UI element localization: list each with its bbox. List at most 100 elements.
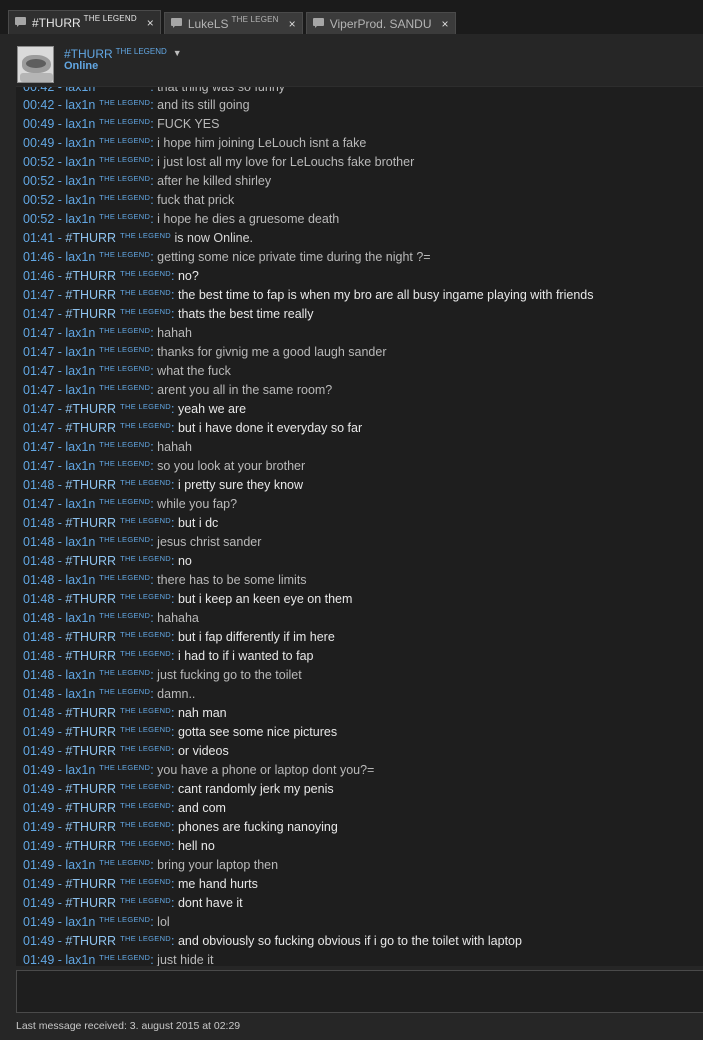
message-author[interactable]: lax1n [65, 136, 95, 150]
message-author[interactable]: #THURR [65, 744, 116, 758]
message-time: 01:49 [23, 915, 55, 929]
close-icon[interactable]: × [147, 17, 154, 29]
message-text: the best time to fap is when my bro are … [177, 288, 594, 302]
message-author[interactable]: #THURR [65, 288, 116, 302]
message-author[interactable]: lax1n [65, 687, 95, 701]
friend-name[interactable]: #THURR THE LEGEND ▼ [64, 47, 182, 61]
message-author[interactable]: #THURR [65, 554, 116, 568]
chat-log[interactable]: 00:42 - lax1nTHE LEGEND: that thing was … [16, 86, 703, 966]
message-author[interactable]: #THURR [65, 478, 116, 492]
chat-line: 01:49 - #THURR THE LEGEND: phones are fuc… [23, 820, 338, 834]
message-author[interactable]: lax1n [65, 573, 95, 587]
message-author[interactable]: lax1n [65, 174, 95, 188]
chat-line: 01:41 - #THURR THE LEGEND is now Online. [23, 231, 254, 245]
message-author[interactable]: #THURR [65, 307, 116, 321]
message-author[interactable]: #THURR [65, 592, 116, 606]
message-input[interactable] [16, 970, 703, 1013]
message-time: 00:42 [23, 98, 55, 112]
message-author[interactable]: lax1n [65, 497, 95, 511]
message-author[interactable]: lax1n [65, 668, 95, 682]
chat-line: 00:52 - lax1n THE LEGEND: i hope he dies … [23, 212, 340, 226]
close-icon[interactable]: × [289, 18, 296, 30]
tab-1[interactable]: LukeLS THE LEGEN × [163, 12, 303, 34]
message-author[interactable]: lax1n [65, 98, 95, 112]
message-author[interactable]: #THURR [65, 706, 116, 720]
message-author[interactable]: #THURR [65, 630, 116, 644]
message-author[interactable]: lax1n [65, 440, 95, 454]
chat-line: 01:48 - #THURR THE LEGEND: nah man [23, 706, 227, 720]
message-time: 01:48 [23, 592, 55, 606]
message-time: 01:49 [23, 877, 55, 891]
message-author[interactable]: lax1n [65, 345, 95, 359]
message-author[interactable]: lax1n [65, 87, 95, 94]
tab-2[interactable]: ViperProd. SANDU × [305, 12, 456, 34]
author-tag: THE LEGEND [99, 326, 151, 335]
message-author[interactable]: #THURR [65, 877, 116, 891]
friend-status: Online [64, 60, 99, 72]
chat-line: 01:47 - lax1n THE LEGEND: thanks for givn… [23, 345, 387, 359]
chat-line: 01:49 - #THURR THE LEGEND: and obviously … [23, 934, 522, 948]
author-tag: THE LEGEND [99, 535, 151, 544]
message-author[interactable]: lax1n [65, 155, 95, 169]
author-tag: THE LEGEND [120, 725, 172, 734]
message-author[interactable]: #THURR [65, 231, 116, 245]
message-author[interactable]: #THURR [65, 934, 116, 948]
message-author[interactable]: lax1n [65, 611, 95, 625]
author-tag: THE LEGEND [99, 345, 151, 354]
message-time: 01:47 [23, 421, 55, 435]
message-time: 00:52 [23, 174, 55, 188]
message-author[interactable]: lax1n [65, 459, 95, 473]
message-time: 00:52 [23, 193, 55, 207]
close-icon[interactable]: × [442, 18, 449, 30]
message-time: 01:47 [23, 288, 55, 302]
message-text: i had to if i wanted to fap [177, 649, 314, 663]
author-tag: THE LEGEND [99, 611, 151, 620]
message-time: 00:52 [23, 155, 55, 169]
message-author[interactable]: #THURR [65, 269, 116, 283]
avatar[interactable] [17, 46, 54, 83]
message-text: bring your laptop then [157, 858, 279, 872]
message-author[interactable]: #THURR [65, 801, 116, 815]
message-author[interactable]: lax1n [65, 117, 95, 131]
message-time: 01:48 [23, 630, 55, 644]
message-author[interactable]: lax1n [65, 915, 95, 929]
message-author[interactable]: #THURR [65, 896, 116, 910]
message-author[interactable]: lax1n [65, 250, 95, 264]
message-author[interactable]: #THURR [65, 725, 116, 739]
chat-bubble-icon [15, 17, 27, 28]
message-author[interactable]: lax1n [65, 383, 95, 397]
message-time: 01:48 [23, 573, 55, 587]
message-author[interactable]: #THURR [65, 782, 116, 796]
message-time: 01:49 [23, 782, 55, 796]
message-author[interactable]: #THURR [65, 649, 116, 663]
message-time: 01:47 [23, 326, 55, 340]
message-author[interactable]: #THURR [65, 820, 116, 834]
message-author[interactable]: lax1n [65, 535, 95, 549]
message-author[interactable]: #THURR [65, 402, 116, 416]
message-author[interactable]: lax1n [65, 953, 95, 966]
chevron-down-icon[interactable]: ▼ [173, 48, 182, 58]
chat-line: 01:47 - lax1n THE LEGEND: what the fuck [23, 364, 231, 378]
message-text: phones are fucking nanoying [177, 820, 338, 834]
message-text: thats the best time really [177, 307, 314, 321]
message-author[interactable]: lax1n [65, 326, 95, 340]
chat-line: 01:48 - #THURR THE LEGEND: i pretty sure … [23, 478, 304, 492]
message-author[interactable]: #THURR [65, 839, 116, 853]
chat-line: 00:52 - lax1n THE LEGEND: fuck that prick [23, 193, 235, 207]
message-author[interactable]: lax1n [65, 763, 95, 777]
message-author[interactable]: lax1n [65, 858, 95, 872]
tab-0[interactable]: #THURR THE LEGEND × [8, 10, 161, 34]
message-time: 01:49 [23, 934, 55, 948]
message-author[interactable]: lax1n [65, 193, 95, 207]
message-author[interactable]: lax1n [65, 212, 95, 226]
chat-line: 01:49 - #THURR THE LEGEND: cant randomly … [23, 782, 334, 796]
tab-label: LukeLS [187, 16, 229, 31]
author-tag: THE LEGEND [120, 516, 172, 525]
message-time: 01:48 [23, 687, 55, 701]
message-author[interactable]: #THURR [65, 421, 116, 435]
author-tag: THE LEGEND [99, 383, 151, 392]
message-author[interactable]: lax1n [65, 364, 95, 378]
chat-line-clipped: 00:42 - lax1nTHE LEGEND: that thing was … [23, 87, 593, 96]
message-author[interactable]: #THURR [65, 516, 116, 530]
message-time: 01:48 [23, 706, 55, 720]
